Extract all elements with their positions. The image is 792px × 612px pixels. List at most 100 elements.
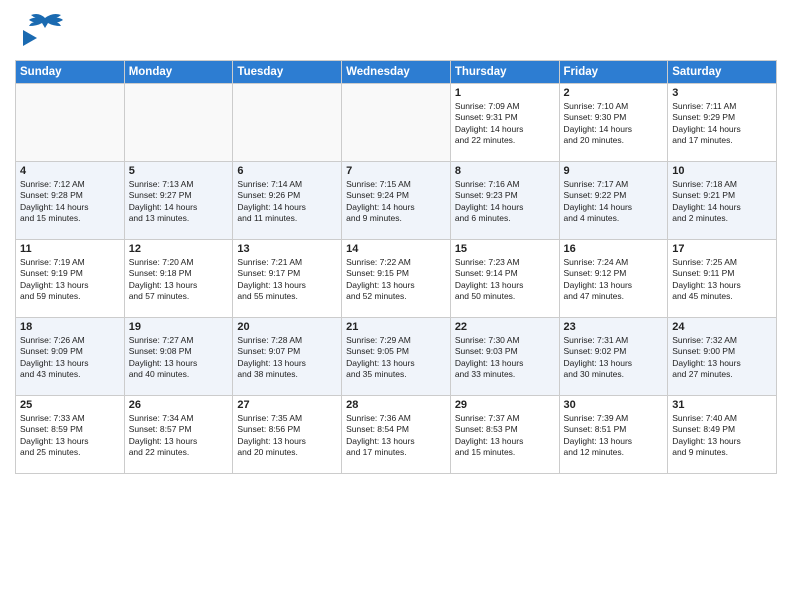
day-number: 13: [237, 243, 337, 255]
day-info: Sunrise: 7:12 AM Sunset: 9:28 PM Dayligh…: [20, 179, 120, 225]
day-number: 22: [455, 321, 555, 333]
day-info: Sunrise: 7:19 AM Sunset: 9:19 PM Dayligh…: [20, 257, 120, 303]
day-number: 12: [129, 243, 229, 255]
calendar-cell: 18Sunrise: 7:26 AM Sunset: 9:09 PM Dayli…: [16, 318, 125, 396]
logo-icon: [15, 10, 65, 54]
calendar-cell: 15 Sunrise: 7:23 AM Sunset: 9:14 PM Dayli…: [450, 240, 559, 318]
day-number: 15: [455, 243, 555, 255]
day-number: 3: [672, 87, 772, 99]
calendar-cell: [16, 84, 125, 162]
calendar-cell: 26 Sunrise: 7:34 AM Sunset: 8:57 PM Dayli…: [124, 396, 233, 474]
calendar-cell: 30 Sunrise: 7:39 AM Sunset: 8:51 PM Dayli…: [559, 396, 668, 474]
day-number: 14: [346, 243, 446, 255]
calendar-cell: 11 Sunrise: 7:19 AM Sunset: 9:19 PM Dayli…: [16, 240, 125, 318]
day-info: Sunrise: 7:18 AM Sunset: 9:21 PM Dayligh…: [672, 179, 772, 225]
calendar-week-3: 11 Sunrise: 7:19 AM Sunset: 9:19 PM Dayli…: [16, 240, 777, 318]
day-info: Sunrise: 7:25 AM Sunset: 9:11 PM Dayligh…: [672, 257, 772, 303]
day-info: Sunrise: 7:11 AM Sunset: 9:29 PM Dayligh…: [672, 101, 772, 147]
calendar-cell: 27 Sunrise: 7:35 AM Sunset: 8:56 PM Dayli…: [233, 396, 342, 474]
day-number: 21: [346, 321, 446, 333]
calendar-cell: 20Sunrise: 7:28 AM Sunset: 9:07 PM Dayli…: [233, 318, 342, 396]
calendar-cell: 29 Sunrise: 7:37 AM Sunset: 8:53 PM Dayli…: [450, 396, 559, 474]
calendar-cell: 31Sunrise: 7:40 AM Sunset: 8:49 PM Dayli…: [668, 396, 777, 474]
calendar-week-1: 1 Sunrise: 7:09 AM Sunset: 9:31 PM Daylig…: [16, 84, 777, 162]
day-info: Sunrise: 7:10 AM Sunset: 9:30 PM Dayligh…: [564, 101, 664, 147]
calendar-cell: 14 Sunrise: 7:22 AM Sunset: 9:15 PM Dayli…: [342, 240, 451, 318]
calendar-cell: 12Sunrise: 7:20 AM Sunset: 9:18 PM Dayli…: [124, 240, 233, 318]
calendar-header-thursday: Thursday: [450, 61, 559, 84]
day-number: 19: [129, 321, 229, 333]
day-info: Sunrise: 7:32 AM Sunset: 9:00 PM Dayligh…: [672, 335, 772, 381]
calendar-week-4: 18Sunrise: 7:26 AM Sunset: 9:09 PM Dayli…: [16, 318, 777, 396]
calendar-cell: 8Sunrise: 7:16 AM Sunset: 9:23 PM Daylig…: [450, 162, 559, 240]
day-info: Sunrise: 7:24 AM Sunset: 9:12 PM Dayligh…: [564, 257, 664, 303]
calendar-cell: 13 Sunrise: 7:21 AM Sunset: 9:17 PM Dayli…: [233, 240, 342, 318]
calendar-header-tuesday: Tuesday: [233, 61, 342, 84]
day-info: Sunrise: 7:13 AM Sunset: 9:27 PM Dayligh…: [129, 179, 229, 225]
day-number: 25: [20, 399, 120, 411]
day-number: 10: [672, 165, 772, 177]
calendar-week-2: 4 Sunrise: 7:12 AM Sunset: 9:28 PM Daylig…: [16, 162, 777, 240]
calendar-header-saturday: Saturday: [668, 61, 777, 84]
day-info: Sunrise: 7:29 AM Sunset: 9:05 PM Dayligh…: [346, 335, 446, 381]
calendar-cell: 17Sunrise: 7:25 AM Sunset: 9:11 PM Dayli…: [668, 240, 777, 318]
calendar-cell: 6Sunrise: 7:14 AM Sunset: 9:26 PM Daylig…: [233, 162, 342, 240]
day-number: 1: [455, 87, 555, 99]
calendar-cell: 2 Sunrise: 7:10 AM Sunset: 9:30 PM Daylig…: [559, 84, 668, 162]
day-number: 30: [564, 399, 664, 411]
day-number: 23: [564, 321, 664, 333]
day-info: Sunrise: 7:09 AM Sunset: 9:31 PM Dayligh…: [455, 101, 555, 147]
day-number: 24: [672, 321, 772, 333]
calendar-cell: [342, 84, 451, 162]
calendar-cell: 28Sunrise: 7:36 AM Sunset: 8:54 PM Dayli…: [342, 396, 451, 474]
day-number: 27: [237, 399, 337, 411]
day-info: Sunrise: 7:22 AM Sunset: 9:15 PM Dayligh…: [346, 257, 446, 303]
day-info: Sunrise: 7:34 AM Sunset: 8:57 PM Dayligh…: [129, 413, 229, 459]
day-info: Sunrise: 7:15 AM Sunset: 9:24 PM Dayligh…: [346, 179, 446, 225]
calendar-cell: 16 Sunrise: 7:24 AM Sunset: 9:12 PM Dayli…: [559, 240, 668, 318]
calendar-cell: 24 Sunrise: 7:32 AM Sunset: 9:00 PM Dayli…: [668, 318, 777, 396]
header: [15, 10, 777, 54]
day-number: 2: [564, 87, 664, 99]
calendar-cell: [233, 84, 342, 162]
day-info: Sunrise: 7:27 AM Sunset: 9:08 PM Dayligh…: [129, 335, 229, 381]
day-number: 26: [129, 399, 229, 411]
calendar-cell: 10 Sunrise: 7:18 AM Sunset: 9:21 PM Dayli…: [668, 162, 777, 240]
calendar-cell: 23 Sunrise: 7:31 AM Sunset: 9:02 PM Dayli…: [559, 318, 668, 396]
calendar-cell: 7 Sunrise: 7:15 AM Sunset: 9:24 PM Daylig…: [342, 162, 451, 240]
day-info: Sunrise: 7:31 AM Sunset: 9:02 PM Dayligh…: [564, 335, 664, 381]
day-number: 29: [455, 399, 555, 411]
day-info: Sunrise: 7:21 AM Sunset: 9:17 PM Dayligh…: [237, 257, 337, 303]
day-number: 6: [237, 165, 337, 177]
calendar-header-wednesday: Wednesday: [342, 61, 451, 84]
calendar-header-sunday: Sunday: [16, 61, 125, 84]
day-number: 5: [129, 165, 229, 177]
day-info: Sunrise: 7:23 AM Sunset: 9:14 PM Dayligh…: [455, 257, 555, 303]
calendar-week-5: 25 Sunrise: 7:33 AM Sunset: 8:59 PM Dayli…: [16, 396, 777, 474]
day-info: Sunrise: 7:37 AM Sunset: 8:53 PM Dayligh…: [455, 413, 555, 459]
day-info: Sunrise: 7:39 AM Sunset: 8:51 PM Dayligh…: [564, 413, 664, 459]
day-number: 7: [346, 165, 446, 177]
calendar-cell: 19 Sunrise: 7:27 AM Sunset: 9:08 PM Dayli…: [124, 318, 233, 396]
day-number: 11: [20, 243, 120, 255]
calendar-cell: 21 Sunrise: 7:29 AM Sunset: 9:05 PM Dayli…: [342, 318, 451, 396]
calendar-cell: 25 Sunrise: 7:33 AM Sunset: 8:59 PM Dayli…: [16, 396, 125, 474]
day-number: 9: [564, 165, 664, 177]
day-info: Sunrise: 7:30 AM Sunset: 9:03 PM Dayligh…: [455, 335, 555, 381]
day-number: 31: [672, 399, 772, 411]
day-number: 4: [20, 165, 120, 177]
calendar-cell: 3 Sunrise: 7:11 AM Sunset: 9:29 PM Daylig…: [668, 84, 777, 162]
day-info: Sunrise: 7:35 AM Sunset: 8:56 PM Dayligh…: [237, 413, 337, 459]
calendar-cell: [124, 84, 233, 162]
logo: [15, 10, 65, 54]
page: SundayMondayTuesdayWednesdayThursdayFrid…: [0, 0, 792, 612]
day-info: Sunrise: 7:33 AM Sunset: 8:59 PM Dayligh…: [20, 413, 120, 459]
day-info: Sunrise: 7:17 AM Sunset: 9:22 PM Dayligh…: [564, 179, 664, 225]
day-number: 28: [346, 399, 446, 411]
calendar-table: SundayMondayTuesdayWednesdayThursdayFrid…: [15, 60, 777, 474]
day-number: 8: [455, 165, 555, 177]
calendar-header-monday: Monday: [124, 61, 233, 84]
calendar-cell: 4 Sunrise: 7:12 AM Sunset: 9:28 PM Daylig…: [16, 162, 125, 240]
day-number: 16: [564, 243, 664, 255]
day-number: 20: [237, 321, 337, 333]
